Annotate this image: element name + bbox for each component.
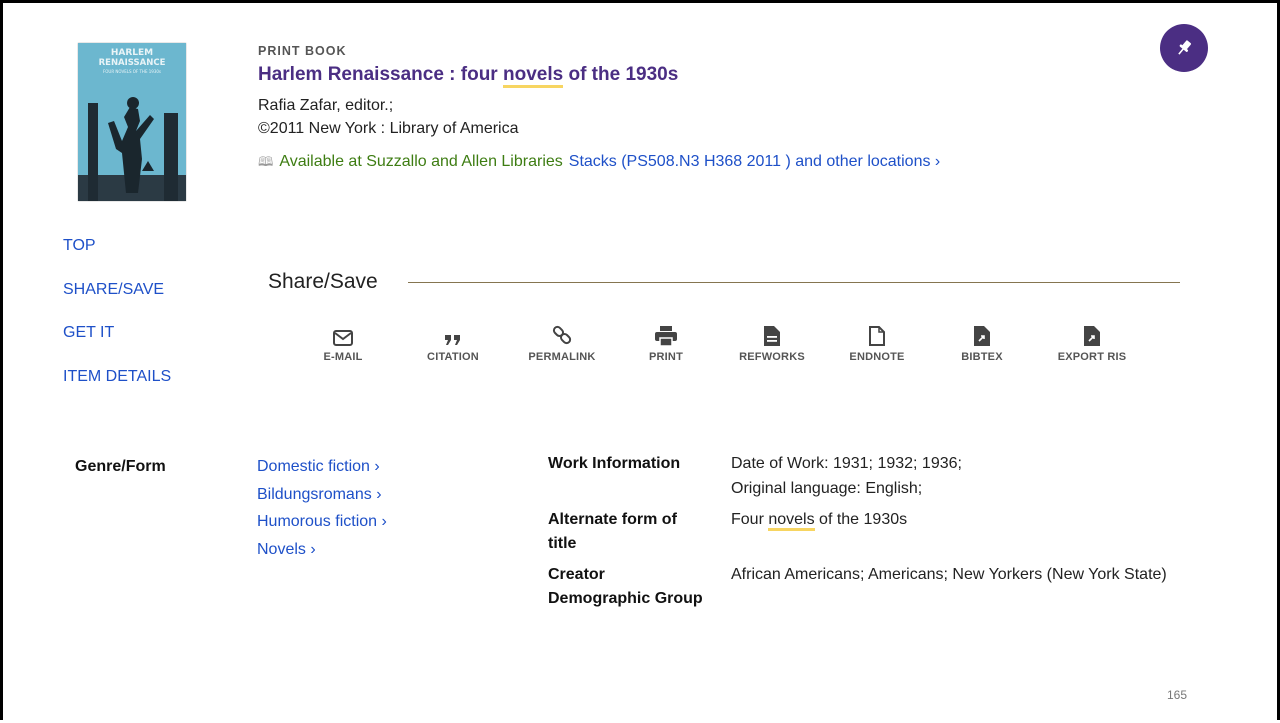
export-ris-label: EXPORT RIS: [1057, 351, 1127, 363]
bibtex-label: BIBTEX: [961, 351, 1003, 363]
genre-link-novels[interactable]: Novels ›: [257, 541, 316, 559]
title-text-after: of the 1930s: [563, 64, 679, 85]
slide-page-number: 165: [1167, 688, 1188, 702]
sidenav-top-link[interactable]: TOP: [63, 237, 96, 255]
email-action-button[interactable]: E-MAIL: [318, 322, 368, 363]
file-export-icon: [1084, 326, 1100, 346]
endnote-action-button[interactable]: ENDNOTE: [842, 322, 912, 363]
location-text: Stacks (PS508.N3 H368 2011 ) and other l…: [568, 153, 931, 170]
permalink-label: PERMALINK: [528, 351, 596, 363]
resource-type-label: PRINT BOOK: [258, 44, 347, 58]
email-label: E-MAIL: [323, 351, 363, 363]
work-information-line1: Date of Work: 1931; 1932; 1936;: [731, 455, 962, 472]
genre-link-bildungsromans[interactable]: Bildungsromans ›: [257, 486, 382, 504]
printer-icon: [655, 326, 677, 346]
availability-location-link[interactable]: Stacks (PS508.N3 H368 2011 ) and other l…: [569, 153, 940, 170]
title-search-highlight: novels: [502, 64, 564, 88]
pushpin-icon: [1178, 40, 1192, 55]
file-outline-icon: [869, 326, 885, 346]
genre-label-text: Domestic fiction: [257, 458, 370, 475]
alternate-title-label-line2: title: [548, 535, 577, 552]
print-action-button[interactable]: PRINT: [640, 322, 692, 363]
link-icon: [552, 325, 572, 345]
chevron-right-icon: ›: [381, 513, 387, 530]
chevron-right-icon: ›: [374, 458, 380, 475]
alternate-title-label-line1: Alternate form of: [548, 511, 677, 528]
availability-status: Available at Suzzallo and Allen Librarie…: [279, 153, 563, 170]
creator-demographic-value: African Americans; Americans; New Yorker…: [731, 566, 1167, 583]
chevron-right-icon: ›: [376, 486, 382, 503]
alt-title-search-highlight: novels: [768, 511, 815, 531]
refworks-action-button[interactable]: REFWORKS: [730, 322, 814, 363]
sidenav-get-it-link[interactable]: GET IT: [63, 324, 114, 342]
genre-label-text: Novels: [257, 541, 306, 558]
genre-link-humorous-fiction[interactable]: Humorous fiction ›: [257, 513, 387, 531]
refworks-label: REFWORKS: [739, 351, 805, 363]
chevron-right-icon: ›: [310, 541, 316, 558]
citation-label: CITATION: [427, 351, 479, 363]
creator-demographic-label: Creator Demographic Group: [548, 563, 703, 611]
alt-title-before: Four: [731, 511, 769, 528]
cover-title-line2: RENAISSANCE: [99, 58, 166, 68]
genre-label-text: Humorous fiction: [257, 513, 378, 530]
endnote-label: ENDNOTE: [849, 351, 905, 363]
envelope-icon: [333, 330, 353, 346]
sidenav-share-save-link[interactable]: SHARE/SAVE: [63, 281, 164, 299]
pin-record-button[interactable]: [1160, 24, 1208, 72]
bibtex-action-button[interactable]: BIBTEX: [952, 322, 1012, 363]
creator-label-line2: Demographic Group: [548, 590, 703, 607]
permalink-action-button[interactable]: PERMALINK: [520, 322, 604, 363]
citation-action-button[interactable]: CITATION: [418, 322, 488, 363]
alt-title-after: of the 1930s: [814, 511, 908, 528]
sidenav-item-details-link[interactable]: ITEM DETAILS: [63, 368, 171, 386]
section-divider: [408, 282, 1180, 283]
book-cover-image[interactable]: HARLEM RENAISSANCE FOUR NOVELS OF THE 19…: [78, 43, 186, 201]
alternate-title-value: Four novels of the 1930s: [731, 508, 907, 532]
work-information-line2: Original language: English;: [731, 480, 923, 497]
author-statement: Rafia Zafar, editor.;: [258, 97, 394, 114]
book-icon: 🕮: [258, 154, 274, 169]
share-save-heading: Share/Save: [268, 270, 378, 293]
availability-line[interactable]: 🕮 Available at Suzzallo and Allen Librari…: [258, 153, 940, 175]
title-text-before: Harlem Renaissance : four: [258, 64, 503, 85]
genre-form-label: Genre/Form: [75, 458, 166, 475]
chevron-right-icon: ›: [934, 153, 941, 170]
genre-label-text: Bildungsromans: [257, 486, 372, 503]
cover-subtitle: FOUR NOVELS OF THE 1930s: [103, 69, 161, 74]
work-information-label: Work Information: [548, 455, 681, 472]
quote-icon: [445, 335, 460, 345]
publication-info: ©2011 New York : Library of America: [258, 120, 519, 137]
document-icon: [764, 326, 780, 346]
creator-label-line1: Creator: [548, 566, 605, 583]
alternate-title-label: Alternate form of title: [548, 508, 677, 556]
genre-link-domestic-fiction[interactable]: Domestic fiction ›: [257, 458, 380, 476]
export-ris-action-button[interactable]: EXPORT RIS: [1050, 322, 1134, 363]
print-label: PRINT: [649, 351, 683, 363]
record-title-link[interactable]: Harlem Renaissance : four novels of the …: [258, 64, 679, 88]
cover-title-line1: HARLEM: [111, 48, 153, 58]
file-export-icon: [974, 326, 990, 346]
